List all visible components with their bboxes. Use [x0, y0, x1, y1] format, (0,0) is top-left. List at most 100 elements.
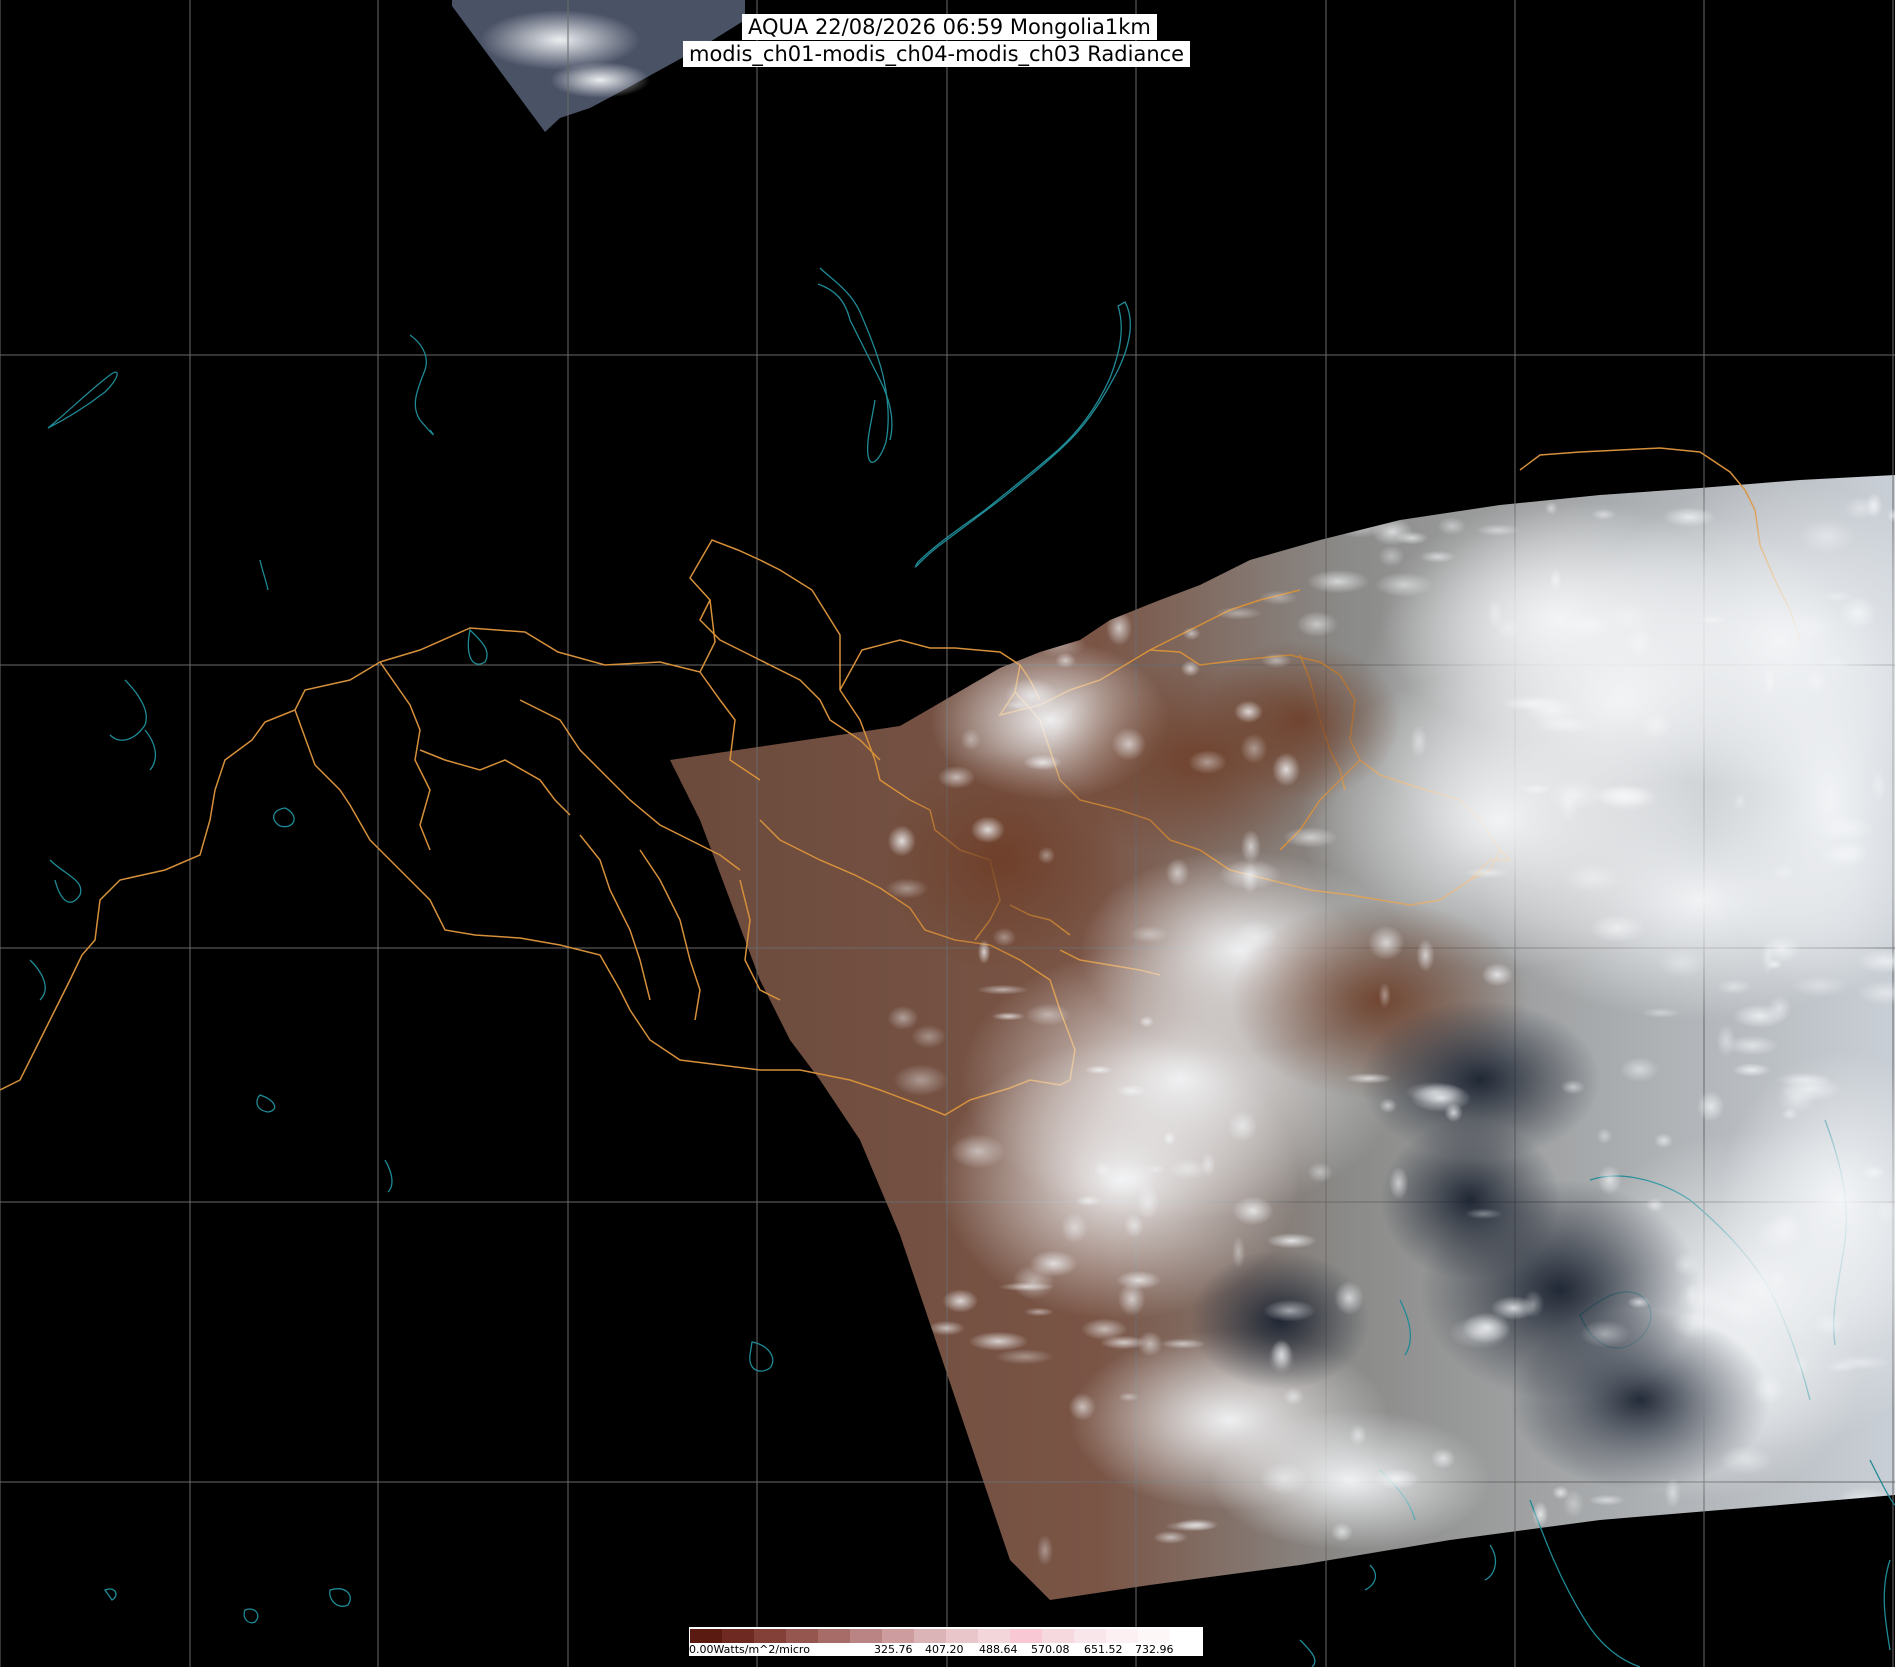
legend-color-cell: [850, 1629, 882, 1643]
legend-color-cell: [1010, 1629, 1042, 1643]
legend-tick: 488.64: [979, 1643, 1018, 1656]
cloud-speck: [950, 1133, 1006, 1169]
cloud-speck: [1562, 1489, 1585, 1519]
cloud-speck: [1025, 1003, 1072, 1026]
cloud-speck: [937, 765, 976, 789]
cloud-speck: [1600, 602, 1653, 633]
cloud-speck: [1068, 1393, 1096, 1421]
legend-color-cell: [882, 1629, 914, 1643]
map-title-line-1: AQUA 22/08/2026 06:59 Mongolia1km: [742, 14, 1157, 40]
cloud-speck: [1060, 1212, 1089, 1244]
cloud-speck: [1663, 507, 1716, 527]
cloud-speck: [1084, 1065, 1114, 1075]
cloud-speck: [1081, 1318, 1128, 1341]
cloud-speck: [1180, 660, 1200, 677]
cloud-speck: [1164, 485, 1201, 515]
cloud-speck: [1023, 754, 1062, 771]
cloud-speck: [887, 1005, 919, 1030]
legend-color-cell: [1042, 1629, 1074, 1643]
cloud-speck: [1520, 784, 1552, 795]
cloud-speck: [1410, 1083, 1472, 1113]
legend-color-cell: [1170, 1629, 1202, 1643]
cloud-speck: [1752, 1374, 1784, 1405]
cloud-speck: [1658, 948, 1707, 978]
legend-tick: 651.52: [1084, 1643, 1123, 1656]
cloud-speck: [1815, 814, 1874, 842]
cloud-speck: [1619, 1057, 1660, 1082]
satellite-map: [0, 0, 1895, 1667]
cloud-speck: [1231, 1235, 1246, 1269]
cloud-speck: [1844, 496, 1878, 520]
cloud-speck: [1282, 1387, 1304, 1406]
cloud-speck: [1372, 1468, 1420, 1490]
cloud-speck: [1763, 664, 1776, 697]
legend-color-cell: [786, 1629, 818, 1643]
cloud-speck: [1240, 733, 1268, 764]
cloud-speck: [1697, 1091, 1725, 1122]
legend-unit-label: 0.00Watts/m^2/micro: [689, 1643, 810, 1656]
cloud-speck: [973, 538, 1007, 565]
cloud-speck: [1263, 1299, 1316, 1322]
cloud-speck: [1776, 1072, 1832, 1088]
cloud-speck: [1307, 1162, 1333, 1183]
cloud-speck: [1771, 864, 1797, 880]
cloud-speck: [1812, 1312, 1846, 1336]
cloud-speck: [1770, 1270, 1786, 1289]
cloud-speck: [1118, 1392, 1140, 1402]
cloud-speck: [1544, 501, 1558, 515]
legend-color-cell: [1074, 1629, 1106, 1643]
cloud-speck: [1597, 1165, 1622, 1195]
cloud-speck: [1005, 613, 1062, 645]
cloud-speck: [1481, 963, 1514, 987]
legend-color-cell: [818, 1629, 850, 1643]
cloud-speck: [1334, 1281, 1364, 1315]
cloud-speck: [1159, 1338, 1207, 1349]
cloud-speck: [1674, 1560, 1693, 1582]
cloud-speck: [1232, 1196, 1274, 1226]
cloud-speck: [1258, 590, 1298, 605]
cloud-speck: [1579, 1320, 1631, 1348]
cloud-speck: [1218, 859, 1282, 890]
cloud-speck: [1164, 1520, 1217, 1532]
cloud-speck: [1716, 979, 1752, 995]
legend-tick: 732.96: [1135, 1643, 1174, 1656]
legend-labels: 0.00Watts/m^2/micro 325.76 407.20 488.64…: [689, 1643, 1203, 1656]
cloud-speck: [1400, 1556, 1414, 1578]
cloud-speck: [893, 1064, 949, 1096]
cloud-speck: [1649, 1534, 1694, 1557]
cloud-speck: [1093, 1161, 1112, 1179]
cloud-speck: [992, 927, 1017, 947]
cloud-speck: [911, 1025, 947, 1049]
cloud-speck: [1819, 844, 1868, 868]
cloud-speck: [1349, 1424, 1367, 1446]
cloud-speck: [1044, 536, 1106, 572]
cloud-speck: [1306, 569, 1370, 594]
cloud-speck: [995, 1349, 1054, 1365]
cloud-speck: [1641, 711, 1672, 740]
cloud-speck: [1168, 1158, 1209, 1180]
cloud-speck: [1799, 518, 1855, 555]
cloud-speck: [1732, 1063, 1771, 1077]
cloud-speck: [1187, 750, 1227, 775]
cloud-speck: [1698, 614, 1727, 625]
cloud-speck: [1791, 975, 1849, 997]
cloud-speck: [1012, 1264, 1055, 1300]
legend-color-cell: [722, 1629, 754, 1643]
cloud-speck: [1165, 858, 1190, 887]
cloud-speck: [970, 816, 1005, 844]
cloud-speck: [1831, 1355, 1892, 1370]
cloud-speck: [1116, 1270, 1162, 1290]
cloud-speck: [997, 512, 1051, 521]
cloud-speck: [1596, 1128, 1613, 1144]
cloud-speck: [1548, 779, 1603, 811]
cloud-speck: [1041, 495, 1087, 507]
cloud-speck: [1379, 1098, 1397, 1114]
cloud-speck: [1490, 1296, 1537, 1321]
cloud-speck: [1331, 504, 1388, 538]
cloud-speck: [1733, 792, 1747, 811]
cloud-speck: [1283, 827, 1338, 848]
cloud-speck: [971, 565, 994, 583]
cloud-speck: [1182, 627, 1201, 640]
cloud-speck: [1139, 1015, 1155, 1028]
cloud-speck: [1719, 1445, 1774, 1475]
